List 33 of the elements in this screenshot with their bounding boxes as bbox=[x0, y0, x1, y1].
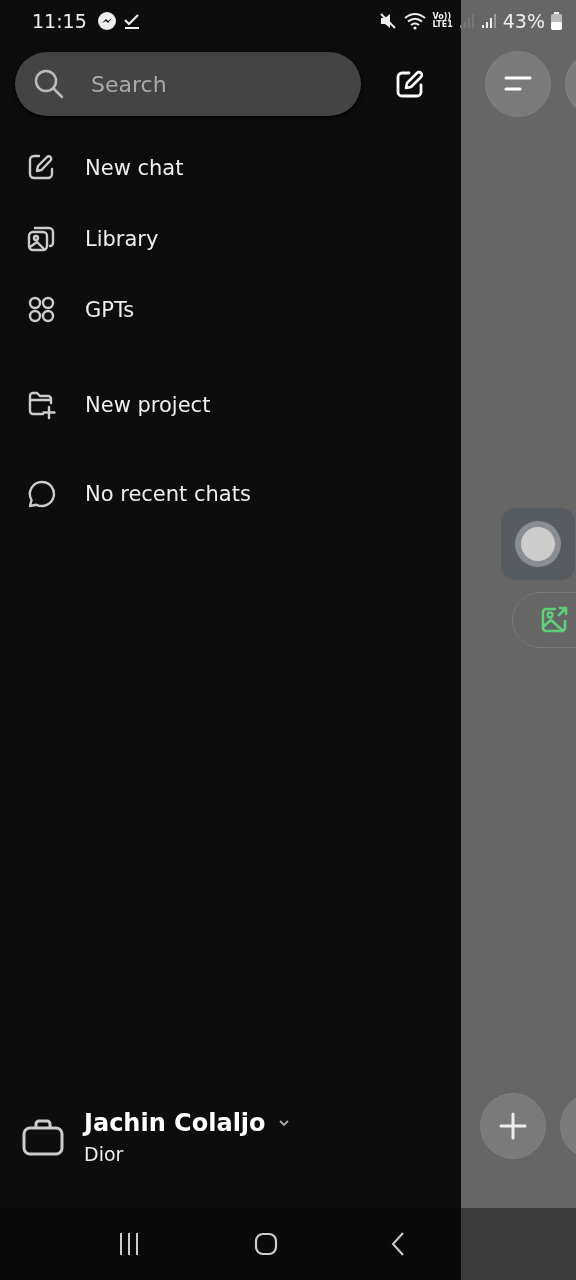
home-icon[interactable] bbox=[253, 1232, 278, 1256]
clock-time: 11:15 bbox=[32, 10, 87, 32]
image-icon bbox=[539, 605, 569, 635]
account-name: Jachin Colaljo bbox=[84, 1109, 266, 1137]
plus-icon bbox=[499, 1112, 527, 1140]
briefcase-icon bbox=[22, 1118, 64, 1156]
compose-icon bbox=[395, 69, 425, 99]
grid-icon bbox=[27, 294, 57, 325]
account-switcher[interactable]: Jachin Colaljo Dior bbox=[0, 1092, 461, 1182]
network-label: LTE1 bbox=[432, 21, 453, 29]
menu-item[interactable]: GPTs bbox=[0, 274, 461, 345]
wifi-icon bbox=[402, 12, 427, 30]
chat-bubble-icon bbox=[27, 479, 57, 509]
search-input[interactable]: Search bbox=[89, 70, 313, 98]
menu-item[interactable]: Library bbox=[0, 203, 461, 274]
messenger-icon bbox=[96, 11, 117, 31]
menu-item[interactable]: New project bbox=[0, 369, 461, 440]
signal-icon bbox=[480, 12, 497, 30]
empty-state-text: No recent chats bbox=[85, 482, 251, 506]
network-label: Vo)) bbox=[432, 13, 452, 21]
search-field[interactable]: Search bbox=[15, 52, 361, 116]
voice-button[interactable] bbox=[501, 508, 575, 580]
battery-icon bbox=[551, 12, 562, 30]
back-icon[interactable] bbox=[390, 1231, 405, 1257]
workspace-name: Dior bbox=[84, 1143, 125, 1165]
mute-icon bbox=[378, 12, 397, 30]
folder-plus-icon bbox=[27, 389, 57, 420]
battery-percent: 43% bbox=[502, 10, 545, 32]
checkmark-icon bbox=[122, 12, 141, 30]
search-icon bbox=[33, 68, 65, 100]
signal-icon bbox=[458, 12, 475, 30]
menu-item[interactable]: New chat bbox=[0, 132, 461, 203]
chevron-down-icon bbox=[277, 1119, 290, 1127]
